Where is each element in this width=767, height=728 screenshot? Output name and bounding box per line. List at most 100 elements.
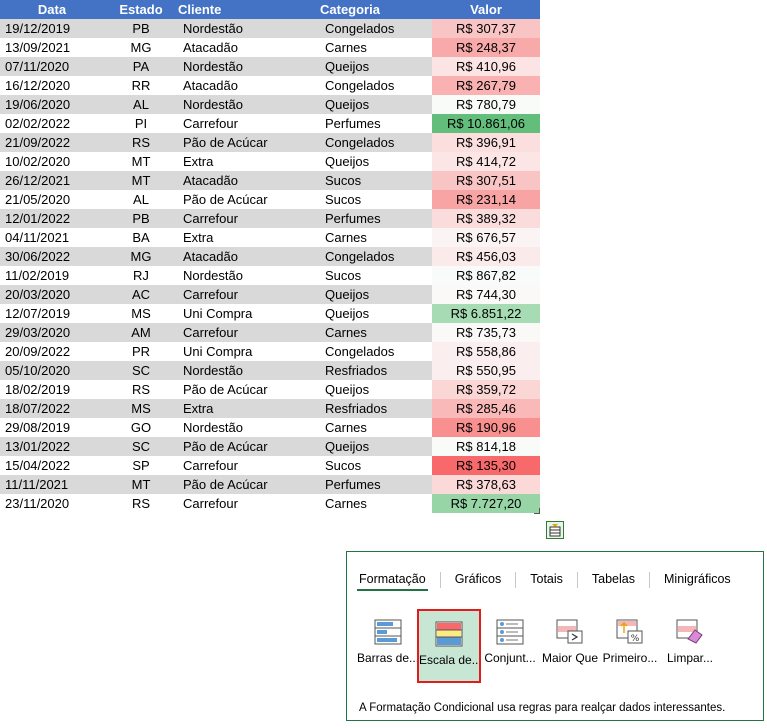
- cell-cliente[interactable]: Carrefour: [178, 285, 320, 304]
- cell-estado[interactable]: RS: [104, 494, 178, 513]
- cell-estado[interactable]: AL: [104, 190, 178, 209]
- header-cliente[interactable]: Cliente: [178, 0, 320, 19]
- cell-data[interactable]: 21/09/2022: [0, 133, 104, 152]
- cell-data[interactable]: 29/08/2019: [0, 418, 104, 437]
- option-clear-format[interactable]: Limpar...: [659, 609, 721, 683]
- cell-estado[interactable]: RJ: [104, 266, 178, 285]
- cell-valor[interactable]: R$ 414,72: [432, 152, 540, 171]
- cell-categoria[interactable]: Congelados: [320, 247, 432, 266]
- cell-data[interactable]: 26/12/2021: [0, 171, 104, 190]
- cell-categoria[interactable]: Queijos: [320, 285, 432, 304]
- cell-categoria[interactable]: Sucos: [320, 456, 432, 475]
- cell-cliente[interactable]: Nordestão: [178, 19, 320, 38]
- cell-data[interactable]: 20/03/2020: [0, 285, 104, 304]
- cell-data[interactable]: 18/02/2019: [0, 380, 104, 399]
- cell-estado[interactable]: RS: [104, 133, 178, 152]
- cell-estado[interactable]: AC: [104, 285, 178, 304]
- tab-totais[interactable]: Totais: [528, 572, 565, 591]
- cell-categoria[interactable]: Carnes: [320, 323, 432, 342]
- cell-data[interactable]: 04/11/2021: [0, 228, 104, 247]
- cell-valor[interactable]: R$ 6.851,22: [432, 304, 540, 323]
- cell-categoria[interactable]: Sucos: [320, 171, 432, 190]
- cell-categoria[interactable]: Perfumes: [320, 475, 432, 494]
- cell-data[interactable]: 19/12/2019: [0, 19, 104, 38]
- cell-estado[interactable]: MT: [104, 475, 178, 494]
- cell-valor[interactable]: R$ 231,14: [432, 190, 540, 209]
- cell-categoria[interactable]: Congelados: [320, 342, 432, 361]
- cell-cliente[interactable]: Carrefour: [178, 456, 320, 475]
- cell-cliente[interactable]: Pão de Acúcar: [178, 475, 320, 494]
- cell-cliente[interactable]: Extra: [178, 399, 320, 418]
- cell-cliente[interactable]: Carrefour: [178, 209, 320, 228]
- cell-cliente[interactable]: Carrefour: [178, 114, 320, 133]
- cell-valor[interactable]: R$ 558,86: [432, 342, 540, 361]
- cell-categoria[interactable]: Carnes: [320, 418, 432, 437]
- cell-categoria[interactable]: Resfriados: [320, 361, 432, 380]
- cell-cliente[interactable]: Nordestão: [178, 57, 320, 76]
- cell-estado[interactable]: RS: [104, 380, 178, 399]
- cell-data[interactable]: 12/07/2019: [0, 304, 104, 323]
- cell-categoria[interactable]: Sucos: [320, 266, 432, 285]
- cell-categoria[interactable]: Queijos: [320, 437, 432, 456]
- header-categoria[interactable]: Categoria: [320, 0, 432, 19]
- cell-valor[interactable]: R$ 676,57: [432, 228, 540, 247]
- option-data-bars[interactable]: Barras de...: [357, 609, 419, 683]
- cell-estado[interactable]: MT: [104, 152, 178, 171]
- cell-data[interactable]: 12/01/2022: [0, 209, 104, 228]
- cell-data[interactable]: 11/11/2021: [0, 475, 104, 494]
- cell-estado[interactable]: RR: [104, 76, 178, 95]
- cell-valor[interactable]: R$ 780,79: [432, 95, 540, 114]
- cell-estado[interactable]: SC: [104, 437, 178, 456]
- cell-valor[interactable]: R$ 735,73: [432, 323, 540, 342]
- cell-valor[interactable]: R$ 10.861,06: [432, 114, 540, 133]
- cell-cliente[interactable]: Nordestão: [178, 266, 320, 285]
- cell-cliente[interactable]: Pão de Acúcar: [178, 190, 320, 209]
- cell-valor[interactable]: R$ 396,91: [432, 133, 540, 152]
- cell-categoria[interactable]: Perfumes: [320, 209, 432, 228]
- cell-cliente[interactable]: Nordestão: [178, 418, 320, 437]
- cell-data[interactable]: 29/03/2020: [0, 323, 104, 342]
- cell-estado[interactable]: GO: [104, 418, 178, 437]
- cell-data[interactable]: 15/04/2022: [0, 456, 104, 475]
- cell-valor[interactable]: R$ 7.727,20: [432, 494, 540, 513]
- cell-estado[interactable]: PB: [104, 209, 178, 228]
- cell-categoria[interactable]: Queijos: [320, 152, 432, 171]
- tab-formatacao[interactable]: Formatação: [357, 572, 428, 591]
- cell-data[interactable]: 20/09/2022: [0, 342, 104, 361]
- cell-estado[interactable]: MS: [104, 304, 178, 323]
- cell-estado[interactable]: PB: [104, 19, 178, 38]
- cell-cliente[interactable]: Atacadão: [178, 171, 320, 190]
- cell-valor[interactable]: R$ 410,96: [432, 57, 540, 76]
- table-resize-handle[interactable]: [534, 508, 540, 514]
- cell-data[interactable]: 02/02/2022: [0, 114, 104, 133]
- cell-estado[interactable]: MT: [104, 171, 178, 190]
- cell-data[interactable]: 10/02/2020: [0, 152, 104, 171]
- cell-categoria[interactable]: Queijos: [320, 380, 432, 399]
- cell-valor[interactable]: R$ 378,63: [432, 475, 540, 494]
- cell-valor[interactable]: R$ 550,95: [432, 361, 540, 380]
- cell-categoria[interactable]: Carnes: [320, 494, 432, 513]
- header-valor[interactable]: Valor: [432, 0, 540, 19]
- option-top-10[interactable]: % Primeiro...: [599, 609, 661, 683]
- cell-valor[interactable]: R$ 190,96: [432, 418, 540, 437]
- cell-data[interactable]: 19/06/2020: [0, 95, 104, 114]
- cell-cliente[interactable]: Uni Compra: [178, 342, 320, 361]
- cell-cliente[interactable]: Atacadão: [178, 38, 320, 57]
- cell-data[interactable]: 07/11/2020: [0, 57, 104, 76]
- cell-estado[interactable]: PA: [104, 57, 178, 76]
- tab-tabelas[interactable]: Tabelas: [590, 572, 637, 591]
- cell-categoria[interactable]: Perfumes: [320, 114, 432, 133]
- cell-estado[interactable]: MG: [104, 247, 178, 266]
- cell-valor[interactable]: R$ 456,03: [432, 247, 540, 266]
- cell-cliente[interactable]: Extra: [178, 228, 320, 247]
- cell-data[interactable]: 13/01/2022: [0, 437, 104, 456]
- cell-data[interactable]: 21/05/2020: [0, 190, 104, 209]
- cell-categoria[interactable]: Congelados: [320, 133, 432, 152]
- cell-estado[interactable]: SC: [104, 361, 178, 380]
- cell-valor[interactable]: R$ 267,79: [432, 76, 540, 95]
- cell-data[interactable]: 30/06/2022: [0, 247, 104, 266]
- cell-valor[interactable]: R$ 248,37: [432, 38, 540, 57]
- cell-data[interactable]: 11/02/2019: [0, 266, 104, 285]
- cell-valor[interactable]: R$ 814,18: [432, 437, 540, 456]
- cell-cliente[interactable]: Atacadão: [178, 247, 320, 266]
